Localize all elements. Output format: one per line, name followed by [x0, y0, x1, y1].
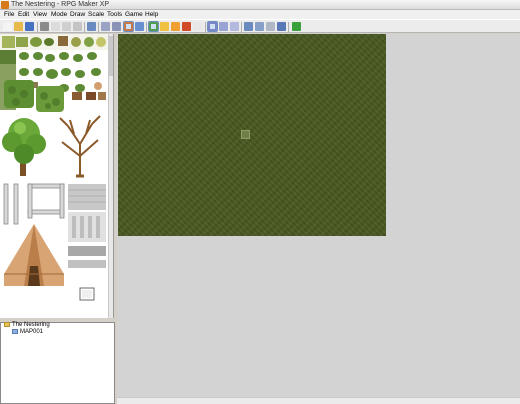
materials-icon[interactable] — [255, 22, 264, 31]
select-icon[interactable] — [193, 22, 202, 31]
toolbar-separator — [98, 22, 99, 32]
tileset-scroll-thumb[interactable] — [109, 36, 113, 76]
cut-icon[interactable] — [40, 22, 49, 31]
zoom-1-icon[interactable] — [207, 21, 218, 32]
toolbar-separator — [241, 22, 242, 32]
sound-test-icon[interactable] — [277, 22, 286, 31]
map-canvas[interactable] — [118, 34, 386, 236]
tree-map-label: MAP001 — [20, 329, 44, 336]
green-tree-tile — [2, 118, 46, 176]
app-icon — [1, 1, 9, 9]
map-tree[interactable]: The Nestering MAP001 — [0, 322, 115, 404]
menu-bar: File Edit View Mode Draw Scale Tools Gam… — [0, 10, 520, 19]
menu-mode[interactable]: Mode — [51, 10, 67, 19]
new-project-icon[interactable] — [3, 22, 12, 31]
tent-tile — [4, 224, 64, 286]
play-test-icon[interactable] — [292, 22, 301, 31]
tree-root-label: The Nestering — [12, 322, 50, 329]
open-project-icon[interactable] — [14, 22, 23, 31]
folder-icon — [4, 322, 10, 327]
zoom-2-icon[interactable] — [219, 22, 228, 31]
stump-tile — [58, 36, 68, 46]
toolbar-separator — [205, 22, 206, 32]
layer1-icon[interactable] — [101, 22, 110, 31]
tileset-scrollbar[interactable] — [108, 34, 113, 318]
title-bar: The Nestering - RPG Maker XP — [0, 0, 520, 10]
toolbar — [0, 19, 520, 33]
toolbar-separator — [146, 22, 147, 32]
ellipse-icon[interactable] — [171, 22, 180, 31]
menu-tools[interactable]: Tools — [107, 10, 122, 19]
menu-view[interactable]: View — [33, 10, 47, 19]
zoom-4-icon[interactable] — [230, 22, 239, 31]
rectangle-icon[interactable] — [160, 22, 169, 31]
toolbar-separator — [288, 22, 289, 32]
copy-icon[interactable] — [51, 22, 60, 31]
scripts-icon[interactable] — [266, 22, 275, 31]
map-horizontal-scrollbar[interactable] — [117, 397, 520, 404]
bare-tree-tile — [59, 115, 101, 178]
save-project-icon[interactable] — [25, 22, 34, 31]
database-icon[interactable] — [244, 22, 253, 31]
tileset-palette[interactable] — [0, 34, 114, 318]
layer2-icon[interactable] — [112, 22, 121, 31]
shrub-tile — [71, 37, 81, 47]
toolbar-separator — [84, 22, 85, 32]
pencil-icon[interactable] — [148, 21, 159, 32]
bush-tile — [44, 38, 54, 46]
events-icon[interactable] — [135, 22, 144, 31]
undo-icon[interactable] — [87, 22, 96, 31]
menu-scale[interactable]: Scale — [88, 10, 104, 19]
menu-file[interactable]: File — [4, 10, 14, 19]
shrub-tile — [84, 37, 94, 47]
flower-tile — [96, 37, 106, 47]
menu-draw[interactable]: Draw — [70, 10, 85, 19]
menu-game[interactable]: Game — [125, 10, 143, 19]
delete-icon[interactable] — [73, 22, 82, 31]
paste-icon[interactable] — [62, 22, 71, 31]
bush-tile — [30, 37, 42, 47]
grass-tile — [16, 37, 28, 47]
window-title: The Nestering - RPG Maker XP — [11, 1, 110, 8]
fill-icon[interactable] — [182, 22, 191, 31]
tileset-graphics — [0, 34, 108, 301]
menu-help[interactable]: Help — [145, 10, 158, 19]
toolbar-separator — [37, 22, 38, 32]
tree-map-item[interactable]: MAP001 — [12, 329, 43, 336]
grass-tile — [2, 36, 15, 48]
layer3-icon[interactable] — [123, 21, 134, 32]
player-start-icon[interactable] — [241, 130, 250, 139]
map-icon — [12, 329, 18, 334]
menu-edit[interactable]: Edit — [18, 10, 29, 19]
